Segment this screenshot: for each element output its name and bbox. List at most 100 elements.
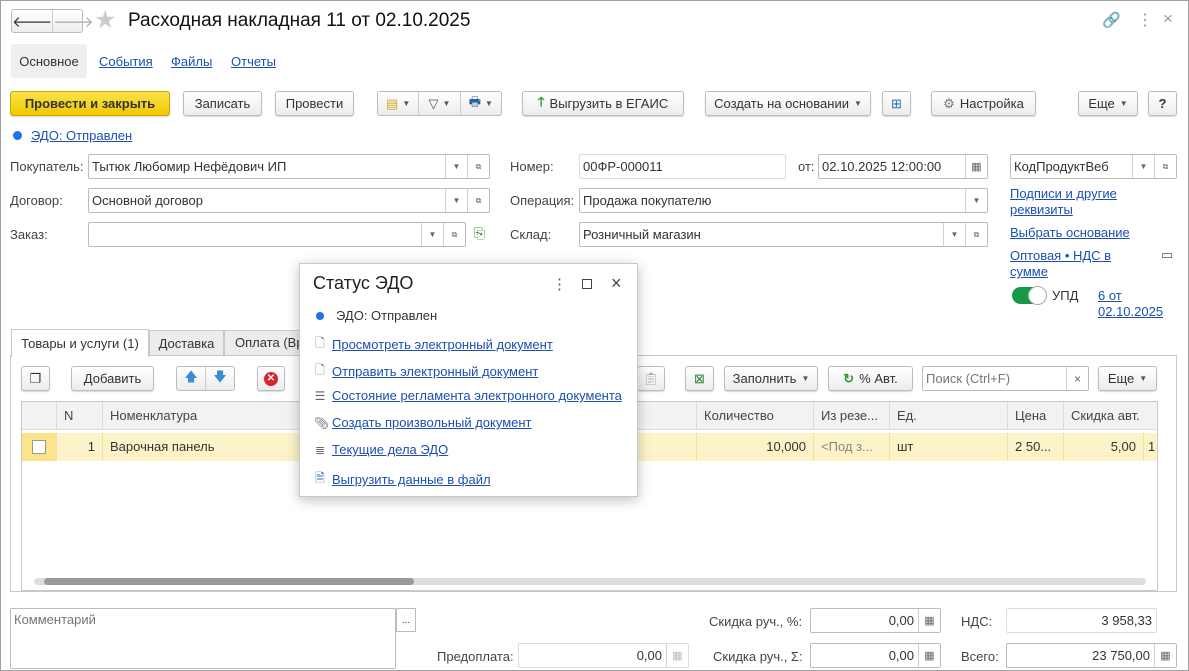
create-based-on-button[interactable]: Создать на основании ▼ — [705, 91, 871, 116]
open-icon[interactable]: ⧉ — [467, 155, 489, 178]
upd-document-link-2[interactable]: 02.10.2025 — [1098, 304, 1163, 319]
edo-status-link[interactable]: ЭДО: Отправлен — [31, 128, 132, 143]
open-icon[interactable]: ⧉ — [443, 223, 465, 246]
manual-discount-sum-field[interactable]: 0,00 ▦ — [810, 643, 941, 668]
comment-input[interactable] — [11, 609, 395, 668]
warehouse-field[interactable]: Розничный магазин ▼ ⧉ — [579, 222, 988, 247]
col-reserve[interactable]: Из резе... — [814, 402, 890, 430]
popup-item-regulation[interactable]: ☰ Состояние регламента электронного докум… — [314, 388, 622, 403]
print-button[interactable]: 🖶 ▼ — [461, 92, 501, 115]
col-qty[interactable]: Количество — [697, 402, 814, 430]
horizontal-scrollbar[interactable] — [34, 578, 1146, 585]
choose-basis-link[interactable]: Выбрать основание — [1010, 225, 1130, 240]
organization-field[interactable]: КодПродуктВеб ▼ ⧉ — [1010, 154, 1177, 179]
save-button[interactable]: Записать — [183, 91, 262, 116]
upd-toggle[interactable] — [1012, 286, 1047, 305]
calculator-icon[interactable]: ▦ — [918, 609, 940, 632]
popup-item-export-file[interactable]: 🗎 Выгрузить данные в файл — [314, 469, 490, 490]
number-field[interactable]: 00ФР-000011 — [579, 154, 786, 179]
row-checkbox[interactable] — [32, 440, 46, 454]
export-egais-button[interactable]: 🡑 Выгрузить в ЕГАИС — [522, 91, 684, 116]
signatures-link-2[interactable]: реквизиты — [1010, 202, 1073, 217]
fill-label: Заполнить — [732, 371, 797, 386]
dropdown-icon[interactable]: ▼ — [1132, 155, 1154, 178]
delete-row-button[interactable]: ✕ — [257, 366, 285, 391]
comment-field[interactable] — [10, 608, 396, 669]
favorite-star-icon[interactable]: ★ — [94, 5, 116, 35]
operation-field[interactable]: Продажа покупателю ▼ — [579, 188, 988, 213]
tab-goods-label: Товары и услуги (1) — [21, 336, 139, 351]
help-button[interactable]: ? — [1148, 91, 1177, 116]
upd-document-link[interactable]: 6 от — [1098, 288, 1122, 303]
cell-qty: 10,000 — [697, 433, 814, 461]
back-arrow-icon[interactable]: 🡐 — [12, 10, 54, 32]
calculator-icon[interactable]: ▦ — [1154, 644, 1176, 667]
comment-expand-button[interactable]: ... — [396, 608, 416, 632]
popup-item-current-tasks[interactable]: ≣ Текущие дела ЭДО — [314, 442, 448, 457]
col-unit[interactable]: Ед. — [890, 402, 1008, 430]
fill-from-order-icon[interactable]: ⎘ — [474, 225, 485, 242]
col-n[interactable]: N — [57, 402, 103, 430]
export-file-icon: 🗎 — [315, 471, 325, 485]
search-field[interactable]: × — [922, 366, 1089, 391]
tab-delivery[interactable]: Доставка — [149, 330, 224, 356]
manual-discount-pct-field[interactable]: 0,00 ▦ — [810, 608, 941, 633]
col-price[interactable]: Цена — [1008, 402, 1064, 430]
forward-arrow-icon[interactable]: 🡒 — [53, 10, 93, 32]
scrollbar-thumb[interactable] — [44, 578, 414, 585]
open-icon[interactable]: ⧉ — [1154, 155, 1176, 178]
payment-card-icon[interactable]: ▭ — [1161, 247, 1173, 263]
dropdown-icon[interactable]: ▼ — [445, 189, 467, 212]
more-button[interactable]: Еще ▼ — [1078, 91, 1138, 116]
settings-button[interactable]: ⚙ Настройка — [931, 91, 1036, 116]
order-field[interactable]: ▼ ⧉ — [88, 222, 466, 247]
contract-field[interactable]: Основной договор ▼ ⧉ — [88, 188, 490, 213]
fill-button[interactable]: Заполнить ▼ — [724, 366, 818, 391]
popup-item-view[interactable]: 🗋 Просмотреть электронный документ — [314, 334, 553, 355]
send-button[interactable]: ▽ ▼ — [419, 92, 461, 115]
col-discount[interactable]: Скидка авт. — [1064, 402, 1157, 430]
open-icon[interactable]: ⧉ — [965, 223, 987, 246]
maximize-icon[interactable] — [582, 279, 592, 289]
popup-title: Статус ЭДО — [313, 273, 414, 293]
dropdown-icon[interactable]: ▼ — [445, 155, 467, 178]
copy-rows-icon[interactable]: ❐ — [21, 366, 50, 391]
auto-discount-button[interactable]: ↻ % Авт. — [828, 366, 913, 391]
clear-search-icon[interactable]: × — [1066, 367, 1088, 390]
price-type-link[interactable]: Оптовая • НДС в — [1010, 248, 1111, 263]
popup-item-create-arbitrary[interactable]: 📎︎ Создать произвольный документ — [314, 415, 532, 430]
search-input[interactable] — [923, 371, 1066, 386]
post-button[interactable]: Провести — [275, 91, 354, 116]
link-icon[interactable]: 🔗 — [1102, 11, 1121, 29]
calendar-icon[interactable]: ▦ — [965, 155, 987, 178]
tab-events[interactable]: События — [99, 54, 153, 69]
tab-goods[interactable]: Товары и услуги (1) — [11, 329, 149, 357]
more-vertical-icon[interactable]: ⋮ — [1137, 10, 1153, 30]
price-type-link-2[interactable]: сумме — [1010, 264, 1048, 279]
paste-icon[interactable]: 📋︎ — [637, 366, 665, 391]
popup-close-icon[interactable]: × — [611, 273, 622, 294]
tab-reports[interactable]: Отчеты — [231, 54, 276, 69]
popup-item-label: Текущие дела ЭДО — [332, 442, 449, 457]
table-more-button[interactable]: Еще ▼ — [1098, 366, 1157, 391]
post-and-close-button[interactable]: Провести и закрыть — [10, 91, 170, 116]
calculator-icon[interactable]: ▦ — [918, 644, 940, 667]
close-icon[interactable]: × — [1163, 9, 1173, 29]
date-field[interactable]: 02.10.2025 12:00:00 ▦ — [818, 154, 988, 179]
related-docs-button[interactable]: ▤ ▼ — [378, 92, 420, 115]
structure-icon[interactable]: ⊞ — [882, 91, 911, 116]
dropdown-icon[interactable]: ▼ — [943, 223, 965, 246]
tab-files[interactable]: Файлы — [171, 54, 212, 69]
more-vertical-icon[interactable]: ⋮ — [552, 275, 567, 293]
open-icon[interactable]: ⧉ — [467, 189, 489, 212]
excel-import-icon[interactable]: ⊠ — [685, 366, 714, 391]
dropdown-icon[interactable]: ▼ — [965, 189, 987, 212]
tab-main[interactable]: Основное — [11, 44, 87, 78]
move-down-icon[interactable]: 🡇 — [206, 367, 234, 390]
add-row-button[interactable]: Добавить — [71, 366, 154, 391]
dropdown-icon[interactable]: ▼ — [421, 223, 443, 246]
buyer-field[interactable]: Тытюк Любомир Нефёдович ИП ▼ ⧉ — [88, 154, 490, 179]
move-up-icon[interactable]: 🡅 — [177, 367, 206, 390]
signatures-link[interactable]: Подписи и другие — [1010, 186, 1117, 201]
popup-item-send[interactable]: 🗋 Отправить электронный документ — [314, 361, 538, 382]
